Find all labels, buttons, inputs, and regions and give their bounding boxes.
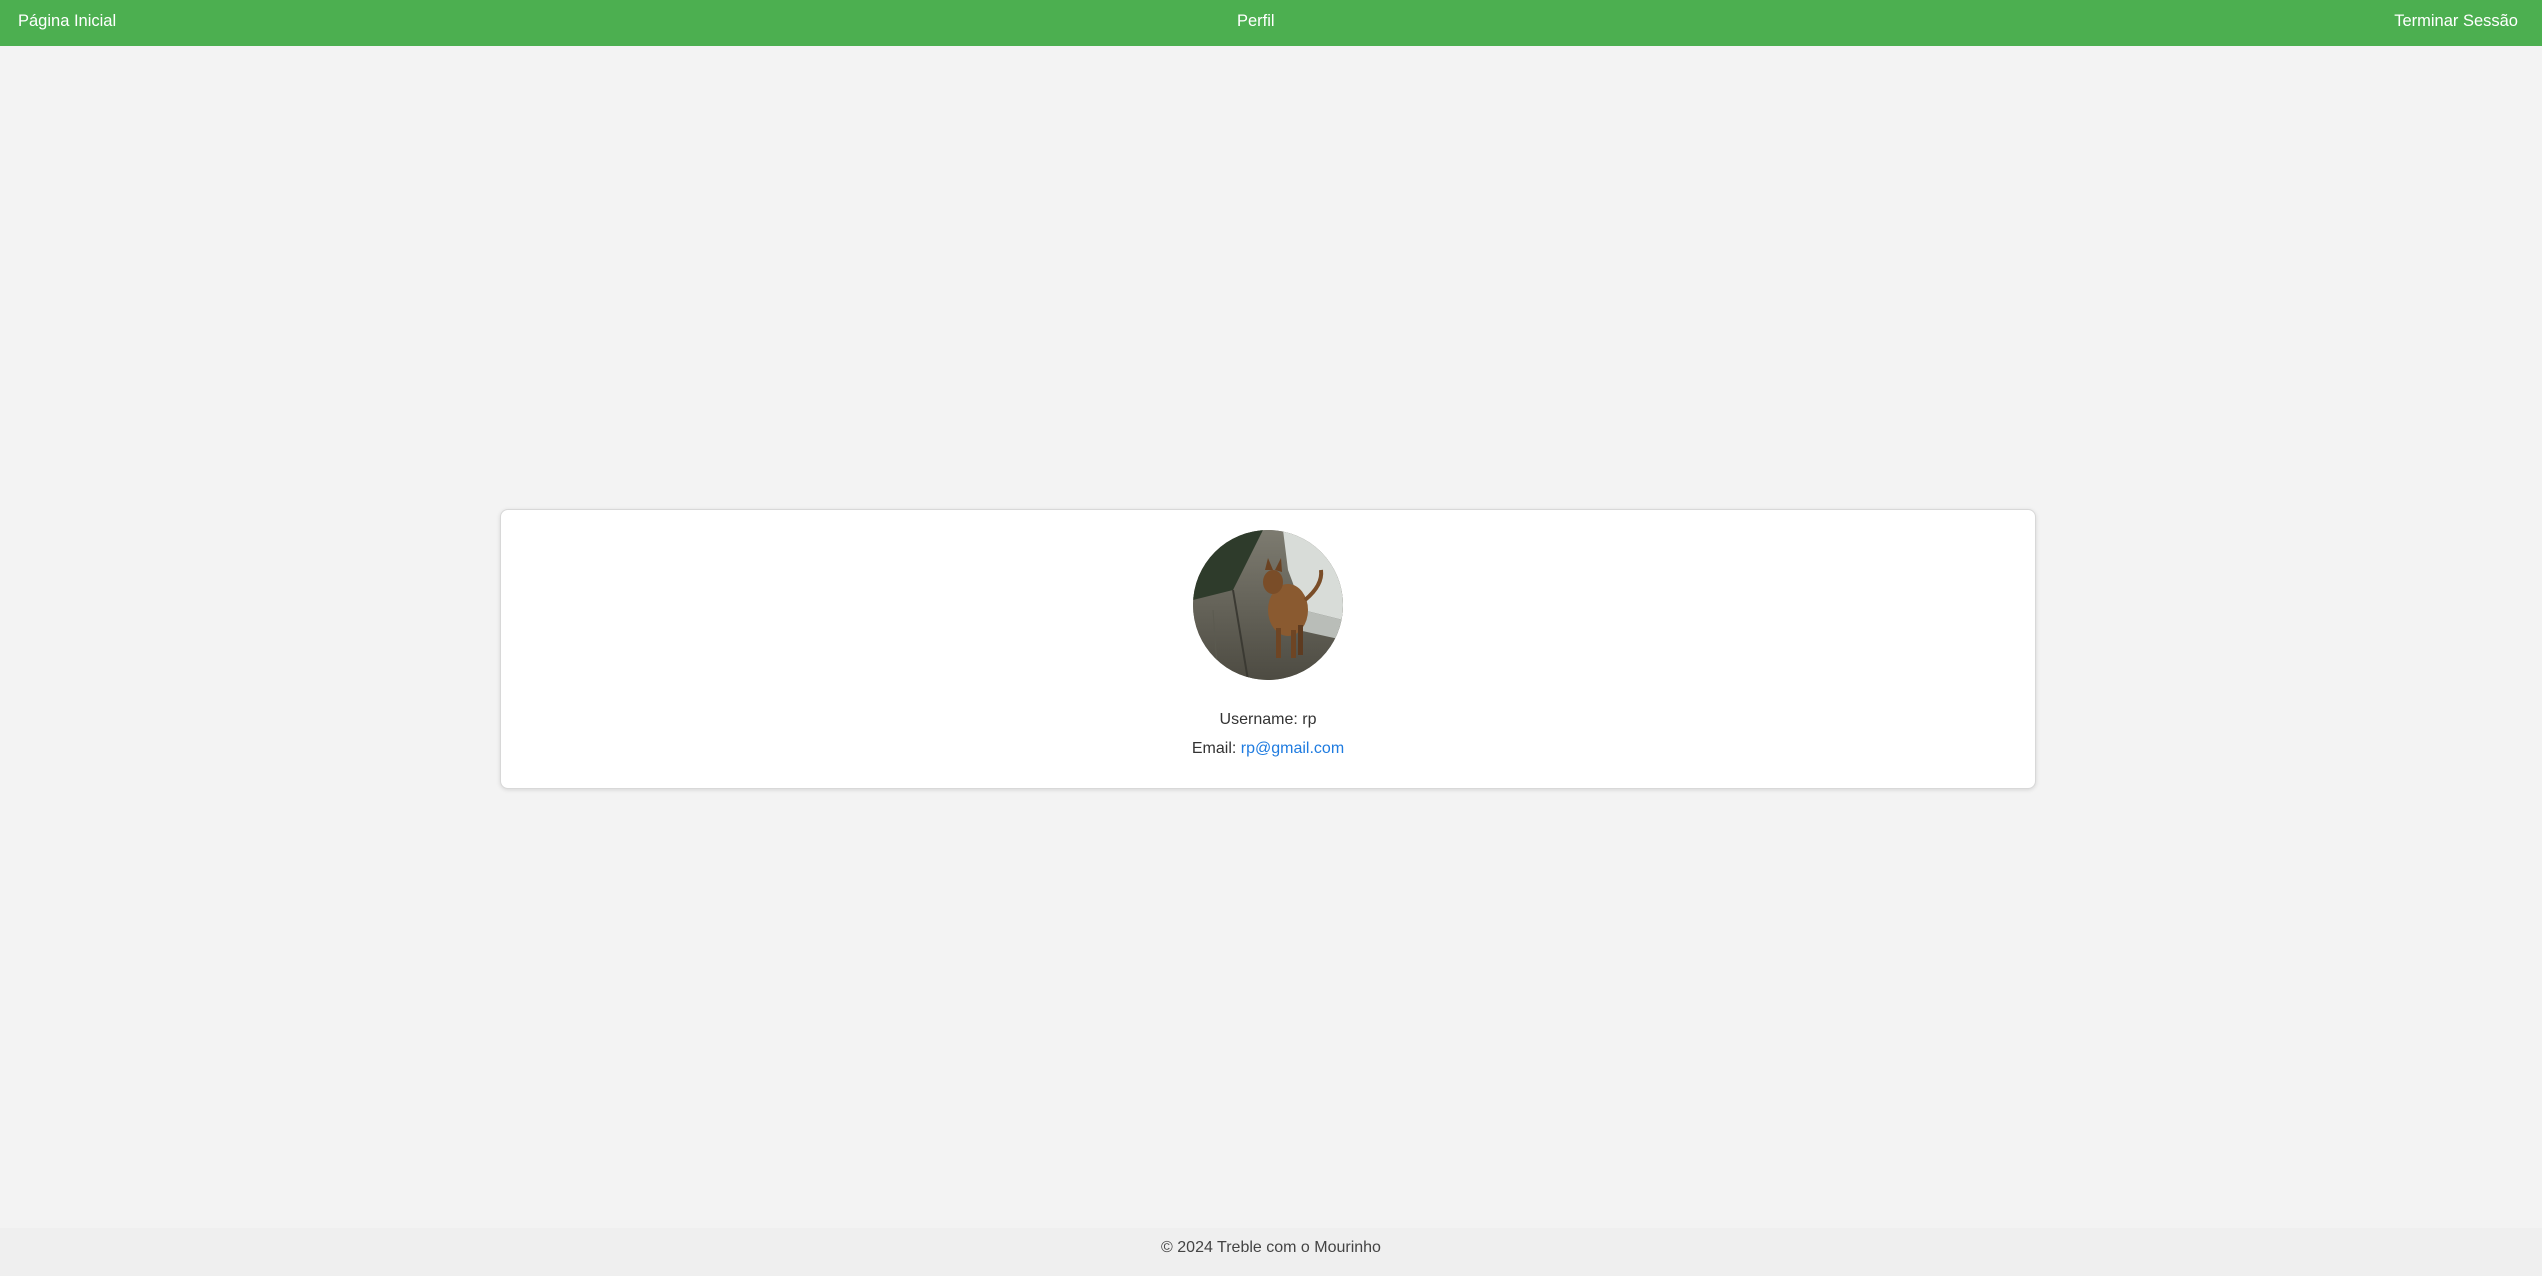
email-link[interactable]: rp@gmail.com: [1241, 740, 1344, 757]
nav-home-link[interactable]: Página Inicial: [18, 0, 116, 44]
profile-avatar: [1193, 530, 1343, 680]
nav-logout-link[interactable]: Terminar Sessão: [2394, 0, 2518, 44]
email-label: Email:: [1191, 740, 1237, 757]
username-line: Username: rp: [501, 711, 2035, 729]
email-line: Email: rp@gmail.com: [501, 740, 2035, 758]
page-footer: © 2024 Treble com o Mourinho: [0, 1228, 2542, 1276]
username-value: rp: [1302, 711, 1317, 728]
profile-card: Username: rp Email: rp@gmail.com: [500, 509, 2036, 789]
footer-text: © 2024 Treble com o Mourinho: [1161, 1239, 1381, 1256]
top-navbar: Página Inicial Perfil Terminar Sessão: [0, 0, 2542, 46]
nav-profile-link[interactable]: Perfil: [1237, 0, 1275, 44]
dog-photo-icon: [1193, 530, 1343, 680]
username-label: Username:: [1219, 711, 1298, 728]
